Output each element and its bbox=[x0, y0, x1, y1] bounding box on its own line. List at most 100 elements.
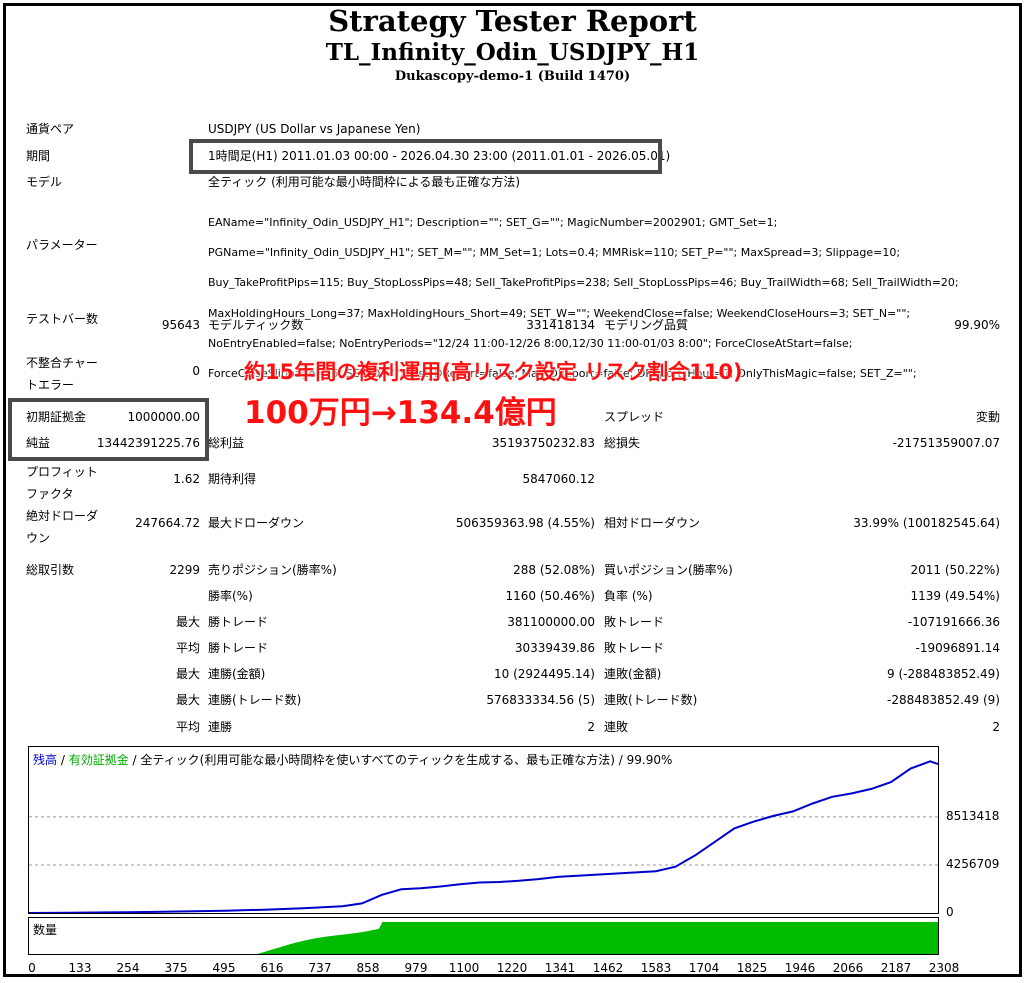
profit-highlight-box bbox=[8, 398, 209, 461]
expected-value: 5847060.12 bbox=[522, 472, 595, 486]
gross-profit-value: 35193750232.83 bbox=[491, 436, 595, 450]
legend-model-text: / 全ティック(利用可能な最小時間枠を使いすべてのティックを生成する、最も正確な… bbox=[128, 753, 673, 767]
max-win-value: 381100000.00 bbox=[507, 615, 595, 629]
x-tick-label: 1946 bbox=[784, 961, 816, 975]
win-value: 1160 (50.46%) bbox=[505, 589, 595, 603]
abs-dd-label: 絶対ドローダウン bbox=[26, 509, 99, 545]
balance-chart-svg bbox=[29, 760, 938, 913]
bars-value: 95643 bbox=[161, 318, 200, 332]
chart-legend: 残高 / 有効証拠金 / 全ティック(利用可能な最小時間枠を使いすべてのティック… bbox=[33, 751, 673, 768]
max-prefix: 最大 bbox=[175, 615, 200, 629]
period-highlight-box bbox=[189, 139, 662, 174]
avg-prefix: 平均 bbox=[175, 720, 200, 734]
win-label: 勝率(%) bbox=[208, 589, 253, 603]
report-subtitle: TL_Infinity_Odin_USDJPY_H1 bbox=[325, 39, 700, 66]
x-tick-label: 1220 bbox=[496, 961, 528, 975]
max-dd-value: 506359363.98 (4.55%) bbox=[455, 516, 595, 530]
consec-loss-amt-value: 9 (-288483852.49) bbox=[887, 667, 1000, 681]
pair-value: USDJPY (US Dollar vs Japanese Yen) bbox=[208, 122, 421, 136]
report-server: Dukascopy-demo-1 (Build 1470) bbox=[394, 69, 631, 84]
y-tick-label: 8513418 bbox=[946, 808, 1000, 823]
pf-value: 1.62 bbox=[173, 472, 200, 486]
gross-loss-label: 総損失 bbox=[604, 436, 641, 450]
x-tick-label: 133 bbox=[68, 961, 92, 975]
abs-dd-value: 247664.72 bbox=[135, 516, 200, 530]
pair-label: 通貨ペア bbox=[26, 122, 75, 136]
max-prefix: 最大 bbox=[175, 667, 200, 681]
volume-area bbox=[257, 922, 938, 954]
x-tick-label: 495 bbox=[212, 961, 236, 975]
param-line: NoEntryEnabled=false; NoEntryPeriods="12… bbox=[208, 336, 853, 350]
x-tick-label: 1100 bbox=[448, 961, 480, 975]
consec-win-trd-value: 576833334.56 (5) bbox=[486, 693, 595, 707]
param-label: パラメーター bbox=[26, 238, 98, 252]
mismatch-label: 不整合チャートエラー bbox=[26, 356, 98, 392]
annotation-result: 100万円→134.4億円 bbox=[244, 395, 557, 431]
report-title: Strategy Tester Report bbox=[328, 4, 697, 38]
expected-label: 期待利得 bbox=[208, 472, 257, 486]
max-win-label: 勝トレード bbox=[208, 615, 269, 629]
model-value: 全ティック (利用可能な最小時間枠による最も正確な方法) bbox=[208, 175, 521, 189]
bars-label: テストバー数 bbox=[26, 312, 99, 326]
consec-win-amt-value: 10 (2924495.14) bbox=[494, 667, 595, 681]
volume-chart-svg bbox=[257, 922, 938, 954]
pf-label: プロフィットファクタ bbox=[26, 465, 98, 501]
ticks-label: モデルティック数 bbox=[208, 318, 304, 332]
max-prefix: 最大 bbox=[175, 693, 200, 707]
avg-win-label: 勝トレード bbox=[208, 641, 269, 655]
param-line: EAName="Infinity_Odin_USDJPY_H1"; Descri… bbox=[208, 216, 778, 230]
param-line: PGName="Infinity_Odin_USDJPY_H1"; SET_M=… bbox=[208, 246, 901, 260]
avg-consec-win-label: 連勝 bbox=[208, 720, 233, 734]
x-tick-label: 2066 bbox=[832, 961, 864, 975]
loss-label: 負率 (%) bbox=[604, 589, 653, 603]
legend-balance: 残高 bbox=[33, 753, 58, 767]
ticks-value: 331418134 bbox=[526, 318, 595, 332]
max-loss-label: 敗トレード bbox=[604, 615, 665, 629]
x-tick-label: 1704 bbox=[688, 961, 720, 975]
avg-loss-value: -19096891.14 bbox=[915, 641, 1001, 655]
y-tick-label: 4256709 bbox=[946, 856, 1000, 871]
trades-label: 総取引数 bbox=[26, 563, 75, 577]
x-tick-label: 375 bbox=[164, 961, 188, 975]
x-tick-label: 616 bbox=[260, 961, 284, 975]
consec-loss-trd-label: 連敗(トレード数) bbox=[604, 693, 698, 707]
avg-consec-loss-label: 連敗 bbox=[604, 720, 629, 734]
gross-profit-label: 総利益 bbox=[208, 436, 245, 450]
model-label: モデル bbox=[26, 175, 63, 189]
x-tick-label: 1583 bbox=[640, 961, 672, 975]
x-tick-label: 2308 bbox=[928, 961, 960, 975]
max-dd-label: 最大ドローダウン bbox=[208, 516, 305, 530]
x-tick-label: 0 bbox=[28, 961, 36, 975]
rel-dd-value: 33.99% (100182545.64) bbox=[853, 516, 1000, 530]
volume-chart: 数量 bbox=[28, 917, 939, 955]
period-label: 期間 bbox=[26, 149, 51, 163]
avg-prefix: 平均 bbox=[175, 641, 200, 655]
avg-consec-win-value: 2 bbox=[587, 720, 595, 734]
consec-loss-amt-label: 連敗(金額) bbox=[604, 667, 662, 681]
param-line: Buy_TakeProfitPips=115; Buy_StopLossPips… bbox=[208, 276, 959, 290]
quality-value: 99.90% bbox=[954, 318, 1000, 332]
consec-loss-trd-value: -288483852.49 (9) bbox=[887, 693, 1000, 707]
rel-dd-label: 相対ドローダウン bbox=[604, 516, 701, 530]
x-tick-label: 979 bbox=[404, 961, 428, 975]
balance-series-line bbox=[29, 760, 938, 913]
mismatch-value: 0 bbox=[192, 364, 200, 378]
max-loss-value: -107191666.36 bbox=[907, 615, 1000, 629]
legend-equity: 有効証拠金 bbox=[68, 753, 129, 767]
x-tick-label: 1462 bbox=[592, 961, 624, 975]
legend-separator: / bbox=[57, 753, 69, 767]
volume-label: 数量 bbox=[33, 923, 58, 937]
balance-chart: 残高 / 有効証拠金 / 全ティック(利用可能な最小時間枠を使いすべてのティック… bbox=[28, 746, 939, 914]
x-tick-label: 1341 bbox=[544, 961, 576, 975]
long-label: 買いポジション(勝率%) bbox=[604, 563, 733, 577]
avg-consec-loss-value: 2 bbox=[992, 720, 1000, 734]
consec-win-trd-label: 連勝(トレード数) bbox=[208, 693, 302, 707]
x-tick-label: 858 bbox=[356, 961, 380, 975]
short-label: 売りポジション(勝率%) bbox=[208, 563, 337, 577]
spread-value: 変動 bbox=[975, 410, 1000, 424]
x-tick-label: 254 bbox=[116, 961, 140, 975]
annotation-headline: 約15年間の複利運用(高リスク設定 リスク割合110) bbox=[244, 360, 743, 384]
gross-loss-value: -21751359007.07 bbox=[892, 436, 1000, 450]
consec-win-amt-label: 連勝(金額) bbox=[208, 667, 266, 681]
avg-loss-label: 敗トレード bbox=[604, 641, 665, 655]
